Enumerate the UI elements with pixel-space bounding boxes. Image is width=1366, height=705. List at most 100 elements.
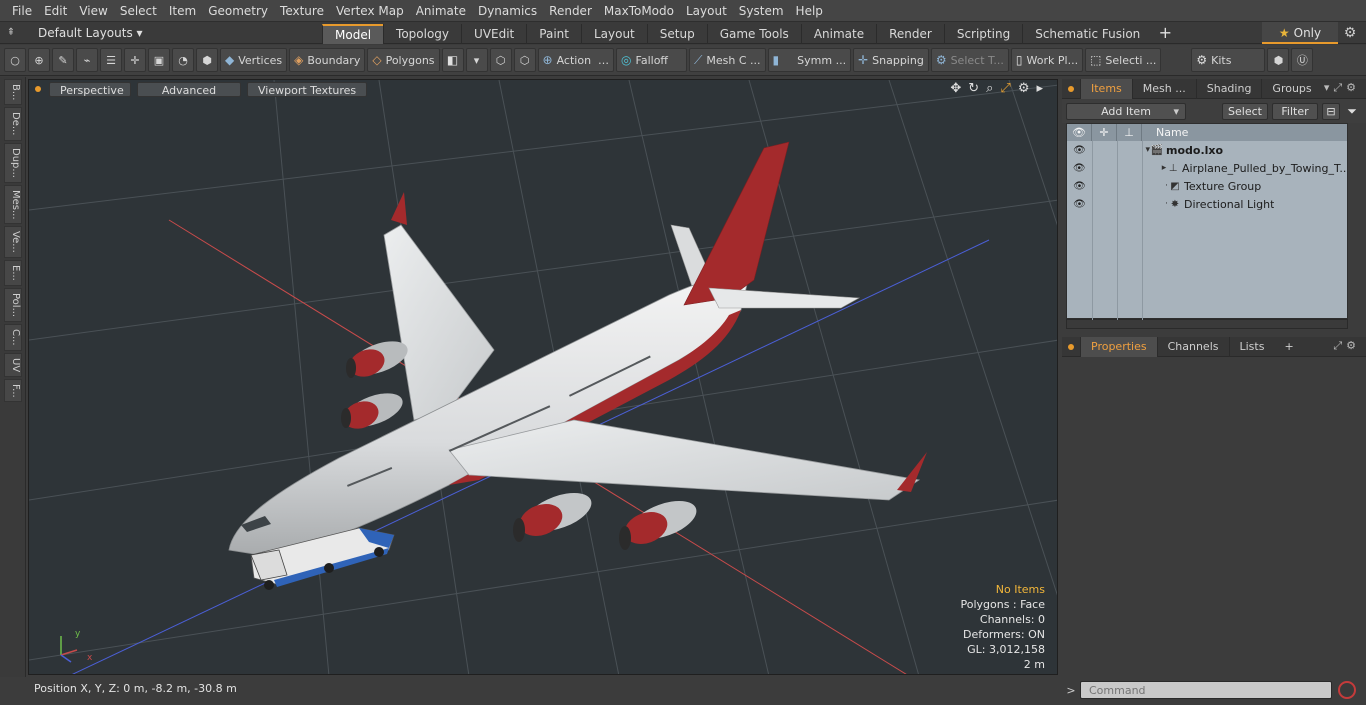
items-panel-menu-dot[interactable] [1068, 85, 1074, 92]
menu-geometry[interactable]: Geometry [202, 0, 274, 22]
tab-animate[interactable]: Animate [800, 23, 876, 44]
left-tab-7[interactable]: C... [4, 323, 22, 351]
viewport-textures-button[interactable]: Viewport Textures [247, 81, 368, 97]
kits-button[interactable]: ⚙ Kits [1191, 48, 1266, 72]
3d-viewport[interactable]: Perspective Advanced Viewport Textures ✥… [28, 79, 1058, 675]
add-tab-icon[interactable]: + [1152, 23, 1178, 43]
props-tab-channels[interactable]: Channels [1156, 336, 1229, 357]
polygons-button[interactable]: ◇ Polygons [367, 48, 440, 72]
tab-scripting[interactable]: Scripting [943, 23, 1022, 44]
cube-icon[interactable]: ◧ [441, 48, 464, 72]
props-tab-lists[interactable]: Lists [1228, 336, 1275, 357]
viewport-gear-icon[interactable]: ⚙ [1018, 81, 1030, 96]
unity-icon[interactable]: ⬢ [1267, 48, 1290, 72]
brush-icon[interactable]: ⌁ [76, 48, 98, 72]
tab-setup[interactable]: Setup [646, 23, 707, 44]
menu-vertex-map[interactable]: Vertex Map [330, 0, 410, 22]
rotate-icon[interactable]: ◔ [172, 48, 194, 72]
menu-system[interactable]: System [733, 0, 790, 22]
visibility-eye-icon[interactable]: 👁 [1067, 145, 1092, 156]
menu-layout[interactable]: Layout [680, 0, 733, 22]
tab-paint[interactable]: Paint [526, 23, 581, 44]
tree-row[interactable]: 👁 · ◩ Texture Group [1067, 177, 1347, 195]
left-tab-2[interactable]: Dup... [4, 142, 22, 183]
tab-topology[interactable]: Topology [383, 23, 461, 44]
add-properties-tab-icon[interactable]: + [1274, 337, 1303, 357]
tree-row[interactable]: 👁 ▾ 🎬 modo.lxo [1067, 141, 1347, 159]
left-tab-5[interactable]: E... [4, 260, 22, 286]
snapping-button[interactable]: ✛ Snapping [853, 48, 929, 72]
viewport-menu-dot[interactable] [35, 86, 41, 92]
tab-layout[interactable]: Layout [580, 23, 647, 44]
add-item-button[interactable]: Add Item ▾ [1066, 102, 1186, 120]
unreal-icon[interactable]: Ⓤ [1291, 48, 1314, 72]
perspective-button[interactable]: Perspective [49, 81, 131, 97]
boundary-button[interactable]: ◈ Boundary [289, 48, 366, 72]
shield-icon[interactable]: ⬢ [196, 48, 218, 72]
circle-select-icon[interactable]: ○ [4, 48, 26, 72]
menu-item[interactable]: Item [163, 0, 202, 22]
tab-render[interactable]: Render [876, 23, 944, 44]
menu-help[interactable]: Help [790, 0, 829, 22]
only-toggle[interactable]: ★ Only [1262, 22, 1338, 44]
lock-column-icon[interactable]: ✛ [1092, 124, 1117, 141]
name-column-header[interactable]: Name [1142, 126, 1188, 139]
expand-toggle-icon[interactable]: ▸ [1141, 163, 1167, 173]
expand-toggle-icon[interactable]: · [1142, 181, 1168, 191]
expand-toggle-icon[interactable]: ▾ [1142, 145, 1150, 155]
properties-corner-icons[interactable]: ⤢⚙ [1333, 339, 1360, 353]
locator-column-icon[interactable]: ⊥ [1117, 124, 1142, 141]
items-tab-0[interactable]: Items [1080, 78, 1132, 99]
select-button[interactable]: Select [1222, 102, 1268, 120]
expand-toggle-icon[interactable]: · [1142, 199, 1168, 209]
layout-pin-icon[interactable]: ⇞ [0, 27, 22, 38]
selection-button[interactable]: ⬚ Selecti ... [1085, 48, 1162, 72]
menu-file[interactable]: File [6, 0, 38, 22]
vertices-button[interactable]: ◆ Vertices [220, 48, 288, 72]
left-tab-0[interactable]: B... [4, 79, 22, 106]
tab-schematic-fusion[interactable]: Schematic Fusion [1022, 23, 1152, 44]
action-center-button[interactable]: ⊕ Action … [537, 48, 615, 72]
sym-x-icon[interactable]: ⬡ [489, 48, 512, 72]
work-plane-button[interactable]: ▯ Work Pl... [1010, 48, 1084, 72]
menu-render[interactable]: Render [543, 0, 598, 22]
tree-row[interactable]: 👁 ▸ ⊥ Airplane_Pulled_by_Towing_T... [1067, 159, 1347, 177]
item-tree-scrollbar[interactable] [1066, 319, 1348, 329]
advanced-button[interactable]: Advanced [137, 81, 241, 97]
gear-icon[interactable]: ⚙ [1342, 25, 1358, 41]
tab-model[interactable]: Model [322, 23, 384, 44]
items-tab-1[interactable]: Mesh ... [1131, 78, 1196, 99]
visibility-column-icon[interactable]: 👁 [1067, 124, 1092, 141]
default-layouts-dropdown[interactable]: Default Layouts ▾ [22, 26, 322, 40]
tab-game-tools[interactable]: Game Tools [706, 23, 801, 44]
menu-maxtomodo[interactable]: MaxToModo [598, 0, 680, 22]
properties-panel-menu-dot[interactable] [1068, 343, 1074, 350]
menu-edit[interactable]: Edit [38, 0, 73, 22]
select-through-button[interactable]: ⚙ Select T... [930, 48, 1009, 72]
tree-row[interactable]: 👁 · ✸ Directional Light [1067, 195, 1347, 213]
zoom-icon[interactable]: ⌕ [986, 81, 993, 96]
items-tab-3[interactable]: Groups [1261, 78, 1321, 99]
viewport-expand-icon[interactable]: ▸ [1036, 81, 1043, 96]
collapse-icon[interactable]: ⊟ [1322, 102, 1340, 120]
left-tab-3[interactable]: Mes... [4, 184, 22, 225]
visibility-eye-icon[interactable]: 👁 [1067, 181, 1092, 192]
fit-icon[interactable]: ⤢ [1000, 81, 1010, 96]
globe-icon[interactable]: ⊕ [28, 48, 50, 72]
pan-icon[interactable]: ✥ [950, 81, 961, 96]
menu-texture[interactable]: Texture [274, 0, 330, 22]
command-input[interactable] [1080, 681, 1332, 699]
filter-button[interactable]: Filter [1272, 102, 1318, 120]
menu-animate[interactable]: Animate [410, 0, 472, 22]
props-tab-properties[interactable]: Properties [1080, 336, 1157, 357]
items-tab-2[interactable]: Shading [1195, 78, 1262, 99]
pen-tool-icon[interactable]: ✎ [52, 48, 74, 72]
left-tab-9[interactable]: F... [4, 378, 22, 403]
record-macro-icon[interactable] [1338, 681, 1356, 699]
falloff-button[interactable]: ◎ Falloff [616, 48, 688, 72]
menu-select[interactable]: Select [114, 0, 163, 22]
sym-y-icon[interactable]: ⬡ [513, 48, 536, 72]
menu-dynamics[interactable]: Dynamics [472, 0, 543, 22]
mesh-constraint-button[interactable]: ⟋ Mesh C ... [689, 48, 766, 72]
tab-uvedit[interactable]: UVEdit [461, 23, 526, 44]
